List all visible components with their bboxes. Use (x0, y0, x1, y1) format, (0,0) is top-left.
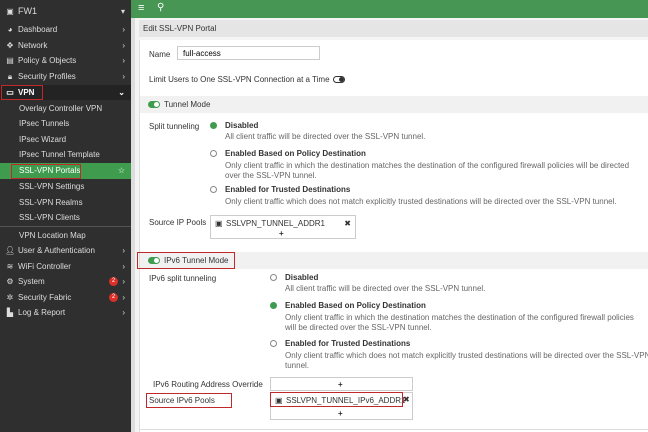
option-desc: Only client traffic which does not match… (225, 197, 617, 206)
chevron-down-icon: ▾ (120, 7, 125, 16)
tunnel-mode-section: Tunnel Mode (140, 96, 648, 113)
sidebar-item-security-fabric[interactable]: ✲ Security Fabric 2 › (0, 290, 131, 306)
sidebar-item-system[interactable]: ⚙︎ System 2 › (0, 274, 131, 290)
chevron-right-icon: › (122, 56, 125, 65)
chevron-right-icon: › (122, 71, 125, 81)
sidebar-subitem[interactable]: SSL-VPN Realms (0, 195, 131, 211)
pool-entry: SSLVPN_TUNNEL_ADDR1 (226, 219, 325, 228)
divider (140, 429, 648, 430)
sidebar-subitem[interactable]: SSL-VPN Clients (0, 210, 131, 226)
chevron-right-icon: › (122, 246, 125, 255)
network-icon: ✥ (6, 40, 14, 50)
sidebar-item-dashboard[interactable]: ◕ Dashboard › (0, 22, 131, 38)
edit-form: Name Limit Users to One SSL-VPN Connecti… (137, 40, 648, 432)
add-icon[interactable]: + (279, 229, 284, 238)
sidebar: ▣ FW1 ▾ ◕ Dashboard › ✥ Network › ▤ Policy & Ob… (0, 0, 131, 432)
ipv6-routing-field[interactable]: + (270, 377, 413, 391)
chevron-right-icon: › (122, 25, 125, 34)
option-desc: will be directed over the SSL-VPN tunnel… (285, 323, 432, 332)
option-desc: Only client traffic in which the destina… (225, 161, 630, 170)
top-bar: ≡ ⚲ (131, 0, 648, 18)
chevron-right-icon: › (122, 292, 125, 302)
sidebar-item-policy-objects[interactable]: ▤ Policy & Objects › (0, 53, 131, 69)
option-desc: Only client traffic which does not match… (285, 351, 648, 360)
ipv6-trusted-radio[interactable] (270, 340, 277, 347)
ipv6-split-label: IPv6 split tunneling (149, 274, 217, 283)
search-icon[interactable]: ⚲ (157, 2, 164, 13)
sidebar-item-security-profiles[interactable]: 🔒︎ Security Profiles › (0, 69, 131, 85)
wifi-icon: ≋ (6, 261, 14, 271)
option-desc: Only client traffic in which the destina… (285, 313, 634, 322)
option-desc: All client traffic will be directed over… (285, 284, 486, 293)
highlight-box (270, 392, 403, 407)
tunnel-mode-toggle[interactable] (148, 101, 160, 109)
highlight-box (137, 252, 235, 269)
sidebar-subitem[interactable]: IPsec Tunnel Template (0, 147, 131, 163)
remove-icon[interactable]: ✖ (344, 219, 351, 228)
add-icon[interactable]: + (338, 409, 343, 418)
option-title: Enabled Based on Policy Destination (285, 301, 426, 310)
fabric-icon: ✲ (6, 292, 14, 302)
sidebar-item-network[interactable]: ✥ Network › (0, 38, 131, 54)
device-icon: ▣ (6, 7, 14, 16)
dashboard-icon: ◕ (7, 25, 13, 34)
option-title: Disabled (225, 121, 259, 130)
split-policy-radio[interactable] (210, 150, 217, 157)
ipv6-routing-label: IPv6 Routing Address Override (153, 380, 263, 389)
add-icon[interactable]: + (338, 380, 343, 389)
chevron-right-icon: › (122, 277, 125, 286)
chevron-down-icon: ⌄ (118, 87, 125, 97)
split-tunneling-label: Split tunneling (149, 122, 200, 131)
option-title: Enabled Based on Policy Destination (225, 149, 366, 158)
split-disabled-radio[interactable] (210, 122, 217, 129)
option-title: Enabled for Trusted Destinations (285, 339, 411, 348)
source-ip-pools-label: Source IP Pools (149, 218, 207, 227)
option-desc: over the SSL-VPN tunnel. (225, 171, 317, 180)
ipv6-disabled-radio[interactable] (270, 274, 277, 281)
address-icon: ▣ (215, 219, 223, 228)
sidebar-item-wifi[interactable]: ≋ WiFi Controller › (0, 259, 131, 275)
limit-users-label: Limit Users to One SSL-VPN Connection at… (149, 75, 345, 84)
sidebar-item-log-report[interactable]: ▙ Log & Report › (0, 305, 131, 321)
policy-icon: ▤ (6, 56, 14, 65)
highlight-box (11, 164, 81, 179)
chevron-right-icon: › (122, 261, 125, 271)
name-label: Name (149, 50, 171, 59)
option-desc: All client traffic will be directed over… (225, 132, 426, 141)
sidebar-item-user-auth[interactable]: 👤︎ User & Authentication › (0, 243, 131, 259)
gear-icon: ⚙︎ (6, 277, 14, 286)
remove-icon[interactable]: ✖ (403, 395, 410, 404)
name-input[interactable] (177, 46, 320, 60)
option-title: Enabled for Trusted Destinations (225, 185, 351, 194)
highlight-box (146, 393, 232, 408)
sidebar-subitem[interactable]: IPsec Wizard (0, 132, 131, 148)
option-desc: tunnel. (285, 361, 310, 370)
ipv6-policy-radio[interactable] (270, 302, 277, 309)
notification-badge: 2 (109, 277, 118, 286)
limit-users-toggle[interactable] (332, 76, 345, 84)
main-content: Edit SSL-VPN Portal Name Limit Users to … (131, 18, 648, 432)
star-icon[interactable]: ☆ (118, 163, 125, 179)
source-ip-pools-field[interactable]: ▣ SSLVPN_TUNNEL_ADDR1 ✖ + (210, 215, 356, 239)
option-title: Disabled (285, 273, 319, 282)
chart-icon: ▙ (6, 308, 14, 317)
sidebar-subitem[interactable]: IPsec Tunnels (0, 116, 131, 132)
device-selector[interactable]: ▣ FW1 ▾ (0, 3, 131, 20)
sidebar-subitem[interactable]: SSL-VPN Settings (0, 179, 131, 195)
sidebar-subitem[interactable]: VPN Location Map (0, 228, 131, 244)
lock-icon: 🔒︎ (7, 71, 13, 81)
user-icon: 👤︎ (5, 246, 16, 255)
chevron-right-icon: › (122, 308, 125, 317)
menu-icon[interactable]: ≡ (138, 2, 144, 14)
highlight-box (1, 85, 43, 100)
split-trusted-radio[interactable] (210, 186, 217, 193)
sidebar-subitem[interactable]: Overlay Controller VPN (0, 101, 131, 117)
chevron-right-icon: › (122, 40, 125, 50)
page-title: Edit SSL-VPN Portal (139, 20, 648, 37)
notification-badge: 2 (109, 292, 118, 302)
